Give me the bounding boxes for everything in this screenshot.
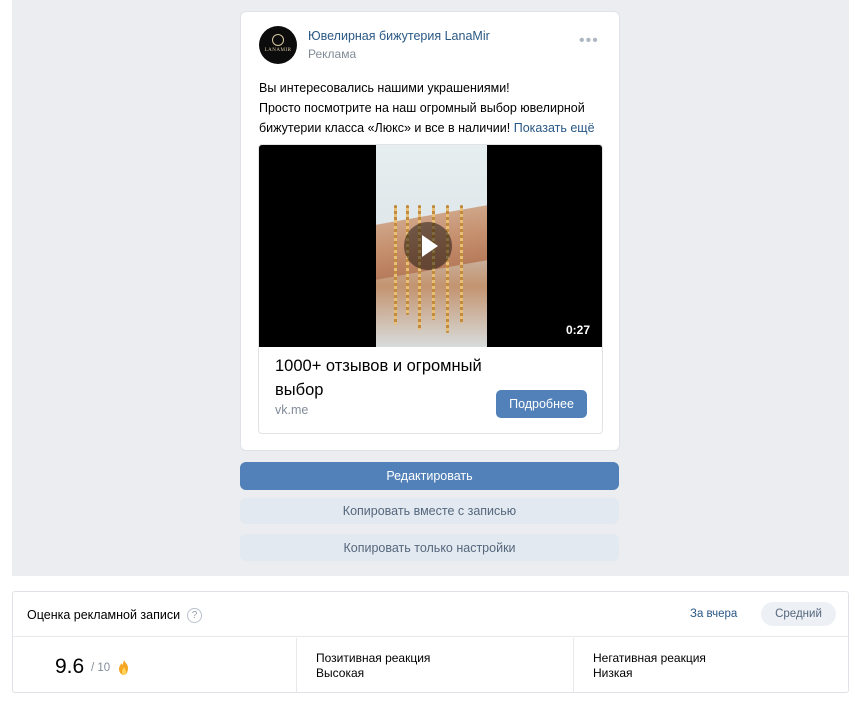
more-horizontal-icon[interactable]: ••• (579, 33, 601, 49)
negative-reaction-value: Низкая (593, 666, 633, 680)
play-icon[interactable] (404, 222, 452, 270)
chain-image (460, 205, 463, 323)
post-text-line-content: бижутерии класса «Люкс» и все в наличии! (259, 121, 511, 135)
ad-rating-panel: Оценка рекламной записи ? За вчера Средн… (12, 591, 849, 693)
brand-logo-text: LANAMIR (264, 48, 292, 53)
post-text: Вы интересовались нашими украшениями! Пр… (259, 78, 604, 138)
video-player[interactable]: 0:27 (259, 145, 602, 347)
score-max: / 10 (91, 662, 111, 674)
post-text-line: бижутерии класса «Люкс» и все в наличии!… (259, 118, 604, 138)
help-icon[interactable]: ? (187, 608, 202, 623)
period-selector[interactable]: За вчера (690, 608, 737, 620)
show-more-link[interactable]: Показать ещё (514, 121, 595, 135)
brand-avatar[interactable]: LANAMIR (259, 26, 297, 64)
media-attachment: 0:27 1000+ отзывов и огромный выбор vk.m… (258, 144, 603, 434)
media-link[interactable]: vk.me (275, 403, 308, 417)
post-text-line: Просто посмотрите на наш огромный выбор … (259, 101, 585, 115)
copy-with-post-button[interactable]: Копировать вместе с записью (240, 498, 619, 524)
score-value: 9.6 (55, 655, 85, 678)
score-cell: 9.6 / 10 (13, 638, 297, 693)
fire-icon (119, 660, 128, 675)
more-details-button[interactable]: Подробнее (496, 390, 587, 418)
negative-reaction-cell: Негативная реакция Низкая (575, 638, 848, 693)
post-text-line: Вы интересовались нашими украшениями! (259, 81, 510, 95)
ad-label: Реклама (308, 47, 357, 61)
positive-reaction-value: Высокая (316, 666, 365, 680)
positive-reaction-cell: Позитивная реакция Высокая (298, 638, 574, 693)
brand-logo-icon (272, 34, 284, 46)
video-duration: 0:27 (565, 323, 590, 337)
copy-settings-button[interactable]: Копировать только настройки (240, 534, 619, 561)
positive-reaction-label: Позитивная реакция (316, 651, 431, 665)
level-badge[interactable]: Средний (761, 602, 836, 626)
ad-post-card: LANAMIR Ювелирная бижутерия LanaMir Рекл… (240, 11, 620, 451)
edit-button[interactable]: Редактировать (240, 462, 619, 490)
chain-image (446, 205, 449, 333)
rating-header: Оценка рекламной записи ? За вчера Средн… (13, 592, 848, 637)
brand-name-link[interactable]: Ювелирная бижутерия LanaMir (308, 29, 490, 43)
negative-reaction-label: Негативная реакция (593, 651, 706, 665)
chain-image (394, 205, 397, 325)
media-title[interactable]: 1000+ отзывов и огромный выбор (275, 354, 515, 402)
rating-title: Оценка рекламной записи (27, 608, 181, 622)
